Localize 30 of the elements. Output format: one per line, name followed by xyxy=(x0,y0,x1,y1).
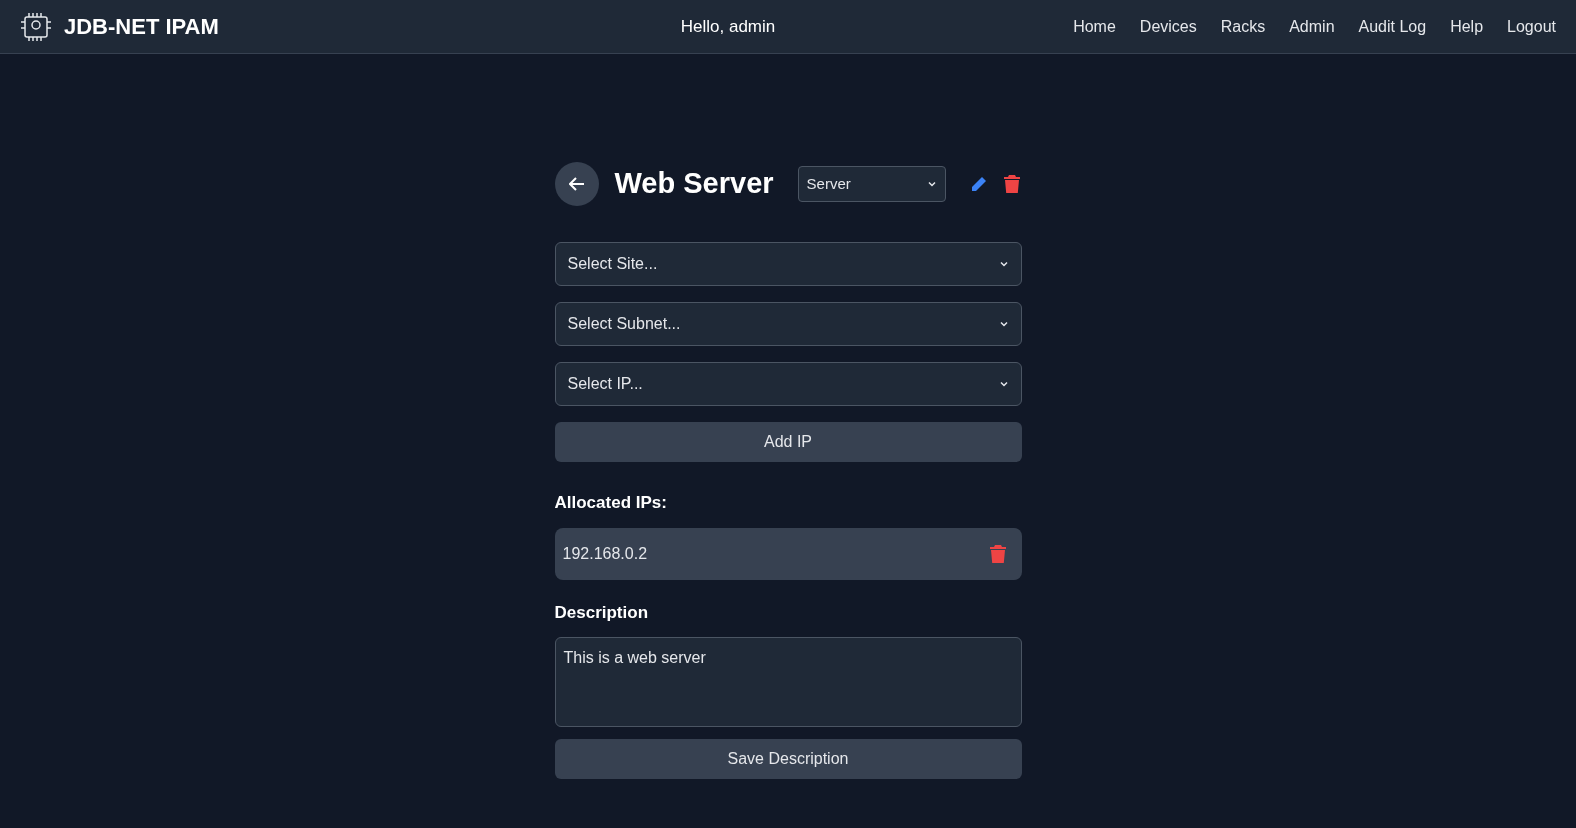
dropdown-select[interactable]: Select IP... xyxy=(554,362,1022,406)
nav-link[interactable]: Audit Log xyxy=(1358,14,1427,39)
back-button[interactable] xyxy=(554,162,599,206)
description-field[interactable]: This is a web server xyxy=(554,637,1022,727)
ip-address: 192.168.0.2 xyxy=(562,543,648,564)
chevron-down-icon xyxy=(998,259,1009,269)
allocated-heading: Allocated IPs: xyxy=(554,492,668,514)
brand-title: JDB-NET IPAM xyxy=(64,13,219,41)
pencil-icon[interactable] xyxy=(969,175,988,193)
save-description-button[interactable]: Save Description xyxy=(554,739,1022,779)
chevron-down-icon xyxy=(998,319,1009,329)
dropdown-select[interactable]: Select Subnet... xyxy=(554,302,1022,346)
chip-gear-logo-icon xyxy=(20,11,52,42)
greeting-text: Hello, admin xyxy=(680,15,776,38)
trash-icon[interactable] xyxy=(1003,174,1020,194)
chevron-down-icon xyxy=(926,179,937,189)
trash-icon[interactable] xyxy=(989,543,1006,564)
nav-link[interactable]: Home xyxy=(1073,14,1116,39)
nav-link[interactable]: Devices xyxy=(1139,14,1197,39)
nav-link[interactable]: Racks xyxy=(1220,14,1266,39)
dropdown-select[interactable]: Select Site... xyxy=(554,242,1022,286)
nav-link[interactable]: Admin xyxy=(1289,14,1335,39)
description-heading: Description xyxy=(554,601,650,624)
add-ip-button[interactable]: Add IP xyxy=(554,422,1022,462)
nav-link[interactable]: Help xyxy=(1450,14,1484,39)
arrow-left-icon xyxy=(568,177,585,191)
nav-link[interactable]: Logout xyxy=(1507,14,1556,39)
device-type-select[interactable]: Server xyxy=(797,166,946,202)
device-name: Web Server xyxy=(614,166,774,202)
chevron-down-icon xyxy=(998,379,1009,389)
